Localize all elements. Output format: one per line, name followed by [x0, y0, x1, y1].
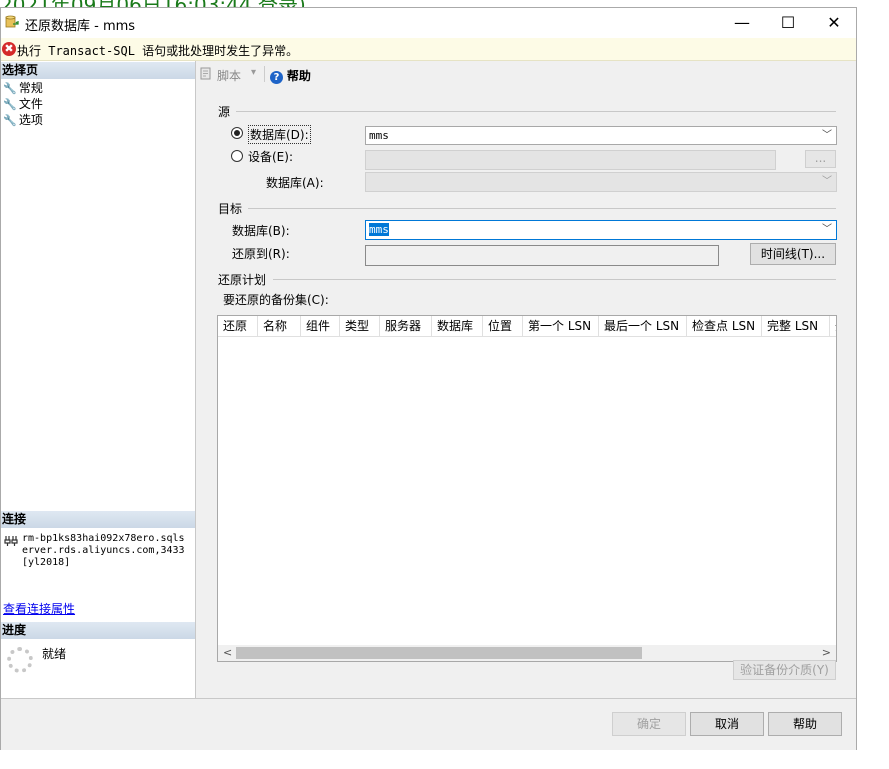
page-item-label: 选项 — [18, 113, 43, 127]
error-message: 执行 Transact-SQL 语句或批处理时发生了异常。 — [17, 44, 299, 58]
scrollbar-thumb[interactable] — [236, 647, 642, 659]
source-database-radio[interactable] — [231, 127, 243, 139]
page-item-general[interactable]: 🔧 常规 — [3, 80, 43, 96]
progress-header: 进度 — [1, 622, 195, 639]
help-toolbar-label: 帮助 — [286, 69, 311, 83]
column-header-server[interactable]: 服务器 — [380, 316, 432, 336]
column-header-component[interactable]: 组件 — [301, 316, 340, 336]
source-database-label: 数据库(D): — [248, 125, 311, 144]
column-header-start[interactable]: 开 — [830, 316, 836, 336]
ok-button[interactable]: 确定 — [612, 712, 686, 736]
destination-database-combo[interactable]: mms ﹀ — [365, 220, 837, 240]
connection-server-line1: rm-bp1ks83hai092x78ero.sqls — [22, 533, 185, 544]
cancel-button[interactable]: 取消 — [690, 712, 764, 736]
column-header-restore[interactable]: 还原 — [218, 316, 258, 336]
backup-sets-grid[interactable]: 还原 名称 组件 类型 服务器 数据库 位置 第一个 LSN 最后一个 LSN … — [217, 315, 837, 662]
restore-plan-section-label: 还原计划 — [218, 273, 267, 287]
page-item-label: 文件 — [18, 97, 43, 111]
restore-to-label: 还原到(R): — [232, 247, 290, 261]
restore-database-dialog: 还原数据库 - mms — ☐ ✕ ✖ 执行 Transact-SQL 语句或批… — [0, 7, 857, 750]
title-bar: 还原数据库 - mms — ☐ ✕ — [1, 8, 856, 38]
script-button[interactable]: 脚本 — [217, 67, 241, 84]
wrench-icon: 🔧 — [3, 98, 17, 111]
source-section-label: 源 — [218, 105, 231, 119]
source-database-value: mms — [369, 129, 389, 142]
dialog-footer: 确定 取消 帮助 — [1, 698, 856, 750]
verify-backup-media-button[interactable]: 验证备份介质(Y) — [733, 660, 836, 680]
page-item-label: 常规 — [18, 81, 43, 95]
backup-sets-label: 要还原的备份集(C): — [223, 293, 329, 307]
connection-header: 连接 — [1, 511, 195, 528]
column-header-first-lsn[interactable]: 第一个 LSN — [523, 316, 599, 336]
help-toolbar-button[interactable]: ? 帮助 — [270, 67, 311, 84]
column-header-position[interactable]: 位置 — [483, 316, 523, 336]
destination-database-label: 数据库(B): — [232, 224, 290, 238]
restore-plan-divider — [273, 279, 836, 280]
window-title: 还原数据库 - mms — [25, 19, 136, 34]
source-device-label: 设备(E): — [248, 150, 293, 164]
left-pane: 选择页 🔧 常规 🔧 文件 🔧 选项 连接 rm-bp1ks83hai092x7… — [1, 61, 196, 698]
page-item-options[interactable]: 🔧 选项 — [3, 112, 43, 128]
source-device-field[interactable] — [365, 150, 776, 170]
scroll-left-icon[interactable]: < — [223, 646, 232, 659]
wrench-icon: 🔧 — [3, 114, 17, 127]
chevron-down-icon: ﹀ — [822, 176, 832, 187]
source-divider — [236, 111, 836, 112]
grid-horizontal-scrollbar[interactable]: < > — [218, 645, 836, 661]
column-header-database[interactable]: 数据库 — [432, 316, 483, 336]
maximize-button[interactable]: ☐ — [765, 8, 811, 38]
close-button[interactable]: ✕ — [811, 8, 857, 38]
column-header-checkpoint-lsn[interactable]: 检查点 LSN — [687, 316, 762, 336]
column-header-type[interactable]: 类型 — [340, 316, 380, 336]
device-database-combo[interactable]: ﹀ — [365, 172, 837, 192]
progress-status: 就绪 — [42, 647, 67, 661]
device-database-label: 数据库(A): — [266, 176, 324, 190]
connection-plug-icon — [4, 536, 18, 546]
browse-device-button[interactable]: ... — [805, 150, 836, 168]
wrench-icon: 🔧 — [3, 82, 17, 95]
timeline-button[interactable]: 时间线(T)... — [750, 243, 836, 265]
connection-server-line2: erver.rds.aliyuncs.com,3433 — [22, 545, 185, 556]
chevron-down-icon: ﹀ — [822, 130, 832, 141]
script-dropdown-icon[interactable]: ▾ — [251, 67, 256, 78]
source-device-radio[interactable] — [231, 150, 243, 162]
column-header-last-lsn[interactable]: 最后一个 LSN — [599, 316, 687, 336]
select-page-header: 选择页 — [1, 62, 195, 79]
scroll-right-icon[interactable]: > — [822, 646, 831, 659]
page-item-files[interactable]: 🔧 文件 — [3, 96, 43, 112]
script-icon — [200, 67, 211, 80]
destination-divider — [248, 208, 836, 209]
help-button[interactable]: 帮助 — [768, 712, 842, 736]
progress-spinner-icon — [7, 647, 33, 673]
view-connection-properties-link[interactable]: 查看连接属性 — [3, 600, 75, 617]
destination-database-value: mms — [369, 223, 389, 236]
restore-to-field[interactable] — [365, 245, 719, 266]
toolbar: 脚本 ▾ ? 帮助 — [196, 61, 856, 87]
connection-info: rm-bp1ks83hai092x78ero.sqls erver.rds.al… — [22, 533, 185, 569]
column-header-name[interactable]: 名称 — [258, 316, 301, 336]
source-database-combo[interactable]: mms ﹀ — [365, 126, 837, 145]
minimize-button[interactable]: — — [719, 8, 765, 38]
restore-database-icon — [5, 15, 19, 28]
column-header-full-lsn[interactable]: 完整 LSN — [762, 316, 830, 336]
grid-header-row: 还原 名称 组件 类型 服务器 数据库 位置 第一个 LSN 最后一个 LSN … — [218, 316, 836, 337]
error-icon: ✖ — [2, 42, 16, 56]
help-icon: ? — [270, 71, 283, 84]
error-banner: ✖ 执行 Transact-SQL 语句或批处理时发生了异常。 — [1, 38, 856, 61]
toolbar-separator — [264, 66, 265, 82]
connection-user: [yl2018] — [22, 557, 71, 568]
chevron-down-icon: ﹀ — [822, 224, 832, 235]
destination-section-label: 目标 — [218, 202, 243, 216]
